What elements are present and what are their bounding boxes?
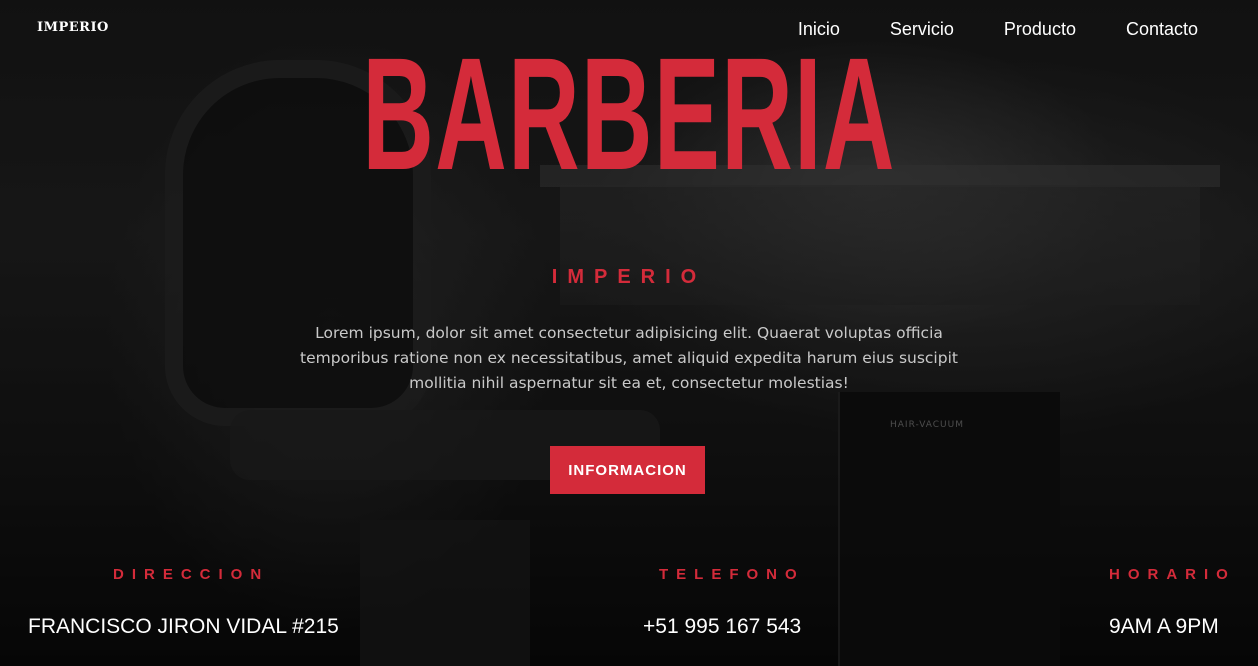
phone-label: TELEFONO [659, 566, 805, 583]
informacion-button[interactable]: INFORMACION [550, 446, 705, 494]
hours-label: HORARIO [1109, 566, 1236, 583]
brand-name: IMPERIO [551, 266, 707, 288]
nav-contacto[interactable]: Contacto [1126, 19, 1198, 40]
phone-value: +51 995 167 543 [643, 615, 802, 638]
address-label: DIRECCION [113, 566, 270, 583]
hero-title: BARBERIA [362, 24, 896, 203]
hero-description: Lorem ipsum, dolor sit amet consectetur … [300, 324, 958, 392]
hours-value: 9AM A 9PM [1109, 615, 1219, 638]
address-value: FRANCISCO JIRON VIDAL #215 [28, 615, 339, 638]
logo-text: IMPERIO [37, 20, 109, 35]
logo[interactable]: IMPERIO [37, 20, 109, 35]
